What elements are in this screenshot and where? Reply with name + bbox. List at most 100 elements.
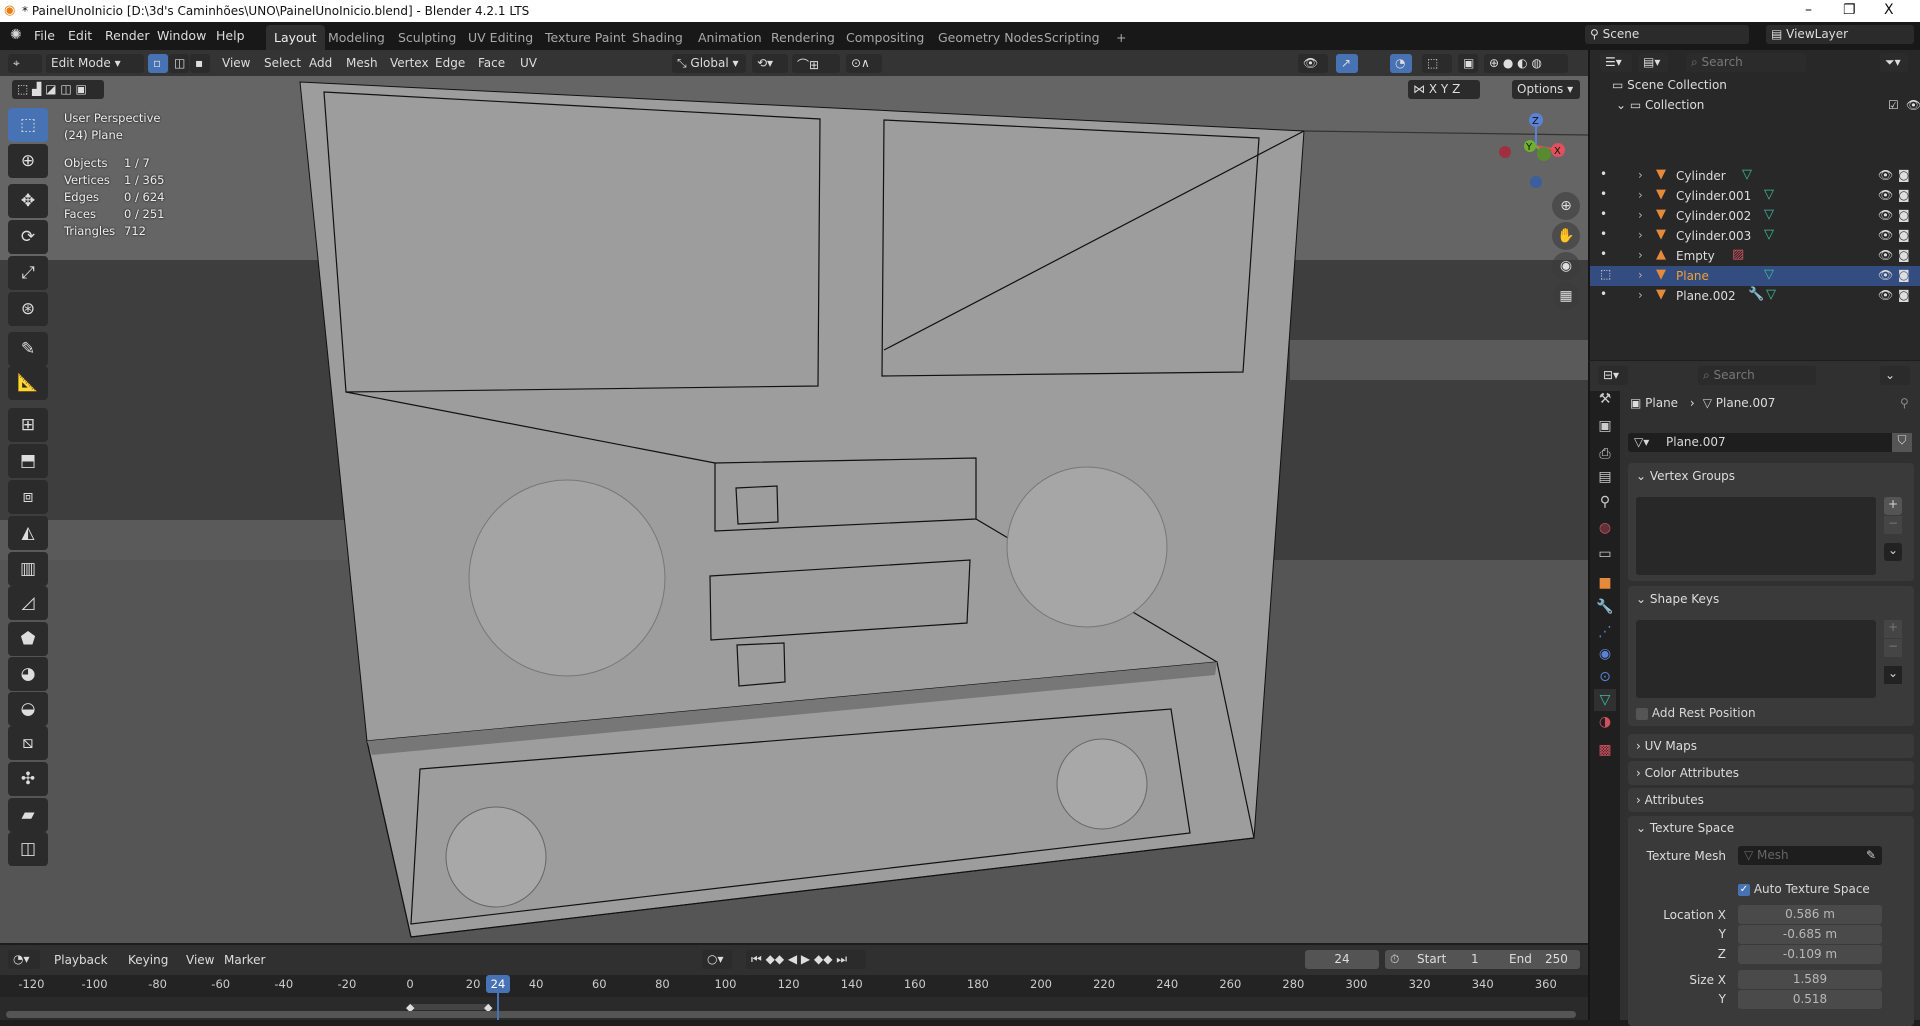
outliner-row[interactable]: • › ▲ Empty ▨ 👁 ◙ [1590,246,1920,266]
image-data-icon[interactable]: ▨ [1732,247,1744,262]
eye-icon[interactable]: 👁 [1878,188,1893,202]
vertex-select-button[interactable]: ▫ [148,54,168,73]
tab-geometry-nodes[interactable]: Geometry Nodes [930,25,1051,50]
rip-tool-button[interactable]: ◫ [8,832,48,866]
loop-cut-tool-button[interactable]: ▥ [8,552,48,586]
texture-mesh-field[interactable]: ▽ Mesh ✎ [1738,846,1882,865]
shape-keys-list[interactable] [1636,620,1876,698]
extrude-tool-button[interactable]: ⬒ [8,444,48,478]
maximize-button[interactable]: ❐ [1843,2,1856,18]
proportional-edit-button[interactable]: ⊙∧ [846,54,882,73]
outliner-row[interactable]: ⬚ › ▼ Plane ▽ 👁 ◙ [1590,266,1920,286]
tool-tab-icon[interactable]: ⚒ [1594,388,1616,410]
editor-type-button[interactable]: ⌖ [8,54,42,73]
outliner-item-name[interactable]: Plane.002 [1676,289,1736,303]
spin-tool-button[interactable]: ◕ [8,657,48,691]
tab-rendering[interactable]: Rendering [763,25,843,50]
physics-tab-icon[interactable]: ◉ [1594,643,1616,665]
shape-key-specials-button[interactable]: ⌄ [1884,666,1902,684]
vertex-group-specials-button[interactable]: ⌄ [1884,543,1902,561]
outliner-item-name[interactable]: Cylinder [1676,169,1726,183]
auto-keying-button[interactable]: ○▾ [702,950,732,969]
inset-tool-button[interactable]: ⧈ [8,480,48,514]
modifier-tab-icon[interactable]: 🔧 [1594,596,1616,618]
menu-add[interactable]: Add [309,56,332,70]
edit-toggle-dot[interactable]: • [1600,287,1607,301]
face-select-button[interactable]: ▪ [190,54,210,73]
camera-render-icon[interactable]: ◙ [1898,228,1910,242]
eyedropper-icon[interactable]: ✎ [1866,848,1876,862]
outliner-item-name[interactable]: Cylinder.001 [1676,189,1751,203]
view-layer-tab-icon[interactable]: ▤ [1594,466,1616,488]
poly-build-tool-button[interactable]: ⬟ [8,622,48,656]
camera-view-icon[interactable]: ◉ [1552,252,1580,280]
edit-toggle-dot[interactable]: • [1600,167,1607,181]
eye-icon[interactable]: 👁 [1878,228,1893,242]
knife-tool-button[interactable]: ◿ [8,586,48,620]
shading-buttons[interactable]: ⊕ ● ◐ ◍ [1484,54,1568,73]
add-vertex-group-button[interactable]: + [1884,497,1902,515]
camera-render-icon[interactable]: ◙ [1898,288,1910,302]
mesh-data-icon[interactable]: ▽ [1742,167,1752,182]
mode-selector[interactable]: Edit Mode ▾ [46,54,144,73]
transform-tool-button[interactable]: ⊛ [8,292,48,326]
start-frame-field[interactable]: 1 [1471,952,1479,966]
texture-tab-icon[interactable]: ▩ [1594,739,1616,761]
location-x-field[interactable]: 0.586 m [1738,905,1882,924]
options-button[interactable]: Options ▾ [1512,80,1580,99]
pin-icon[interactable]: ⚲ [1900,396,1909,410]
timeline-scrollbar[interactable] [6,1011,1576,1018]
edit-toggle-dot[interactable]: • [1600,247,1607,261]
eye-icon[interactable]: 👁 [1878,248,1893,262]
scene-tab-icon[interactable]: ⚲ [1594,491,1616,513]
properties-options[interactable]: ⌄ [1880,366,1910,385]
minimize-button[interactable]: – [1805,2,1812,18]
location-z-field[interactable]: -0.109 m [1738,945,1882,964]
attributes-panel[interactable]: › Attributes [1628,788,1914,812]
selection-mode-buttons[interactable]: ⬚ ▟ ◪ ◫ ▣ [12,80,104,99]
size-x-field[interactable]: 1.589 [1738,970,1882,989]
smooth-tool-button[interactable]: ◒ [8,692,48,726]
current-frame-field[interactable]: 24 [1305,950,1379,969]
uv-maps-panel[interactable]: › UV Maps [1628,734,1914,758]
outliner-row[interactable]: • › ▼ Cylinder ▽ 👁 ◙ [1590,166,1920,186]
move-tool-button[interactable]: ✥ [8,184,48,218]
location-y-field[interactable]: -0.685 m [1738,925,1882,944]
mesh-data-icon[interactable]: ▽ [1764,227,1774,242]
outliner-row[interactable]: • › ▼ Plane.002 🔧 ▽ 👁 ◙ [1590,286,1920,306]
outliner-item-name[interactable]: Plane [1676,269,1709,283]
render-tab-icon[interactable]: ▣ [1594,415,1616,437]
menu-window[interactable]: Window [157,28,206,43]
tab-modeling[interactable]: Modeling [320,25,393,50]
camera-render-icon[interactable]: ◙ [1898,248,1910,262]
edit-toggle-dot[interactable]: • [1600,207,1607,221]
rotate-tool-button[interactable]: ⟳ [8,220,48,254]
constraints-tab-icon[interactable]: ⊙ [1594,666,1616,688]
timeline-editor-type[interactable]: ◔▾ [8,950,40,969]
world-tab-icon[interactable]: ◍ [1594,517,1616,539]
expand-chevron-icon[interactable]: › [1638,288,1643,302]
pan-view-icon[interactable]: ✋ [1552,222,1580,250]
filter-button[interactable]: ⏷▾ [1880,53,1908,72]
fake-user-shield-icon[interactable]: ⛉ [1892,433,1912,452]
scene-collection-row[interactable]: ▭ Scene Collection [1612,78,1727,92]
orientation-selector[interactable]: ⤡ Global ▾ [672,54,746,73]
add-cube-tool-button[interactable]: ⊞ [8,408,48,442]
particles-tab-icon[interactable]: ⋰ [1594,621,1616,643]
remove-shape-key-button[interactable]: − [1884,639,1902,657]
add-shape-key-button[interactable]: + [1884,620,1902,638]
outliner-item-name[interactable]: Cylinder.002 [1676,209,1751,223]
navigation-gizmo[interactable]: Z X Y [1496,108,1576,188]
texture-space-header[interactable]: ⌄ Texture Space [1636,821,1734,835]
menu-mesh[interactable]: Mesh [346,56,378,70]
timeline-menu-view[interactable]: View [186,953,214,967]
cursor-tool-button[interactable]: ⊕ [8,144,48,178]
menu-select[interactable]: Select [264,56,301,70]
annotate-tool-button[interactable]: ✎ [8,332,48,366]
menu-render[interactable]: Render [105,28,150,43]
outliner-item-name[interactable]: Cylinder.003 [1676,229,1751,243]
playback-controls[interactable]: ⏮ ◆◆ ◀ ▶ ◆◆ ⏭ [746,950,866,969]
timeline-menu-marker[interactable]: Marker [224,953,265,967]
shear-tool-button[interactable]: ▰ [8,798,48,832]
expand-chevron-icon[interactable]: › [1638,228,1643,242]
